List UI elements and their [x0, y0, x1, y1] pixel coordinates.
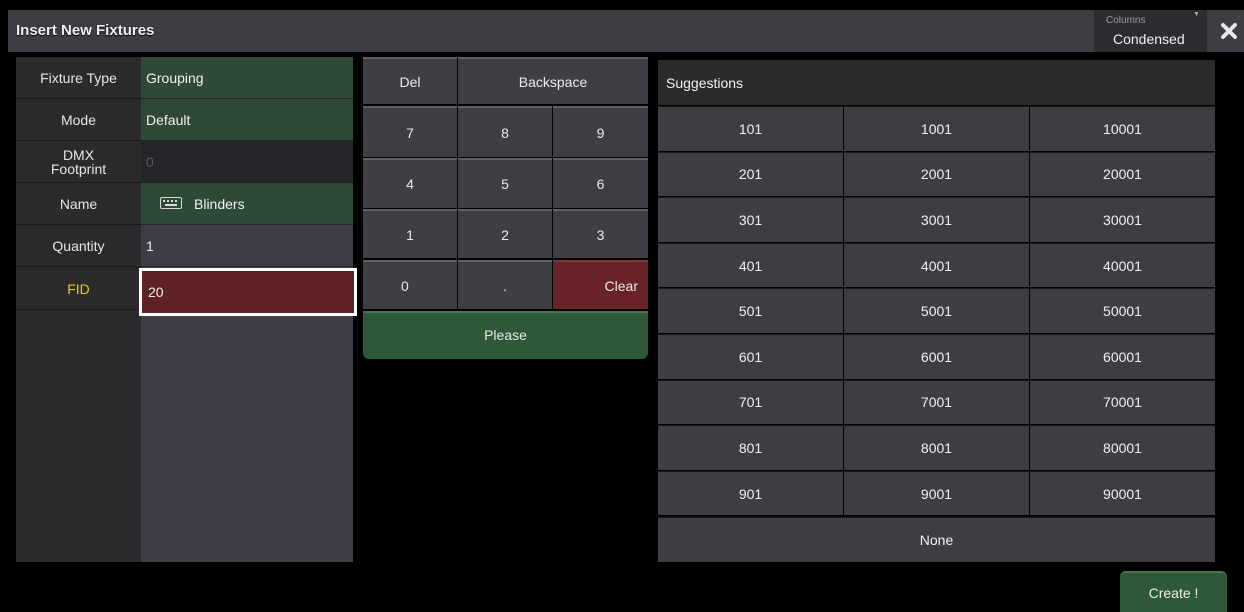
- please-button[interactable]: Please: [363, 311, 648, 359]
- suggestion-cell[interactable]: 60001: [1030, 334, 1215, 379]
- clear-key[interactable]: Clear: [553, 260, 648, 309]
- key-0[interactable]: 0: [363, 260, 457, 309]
- name-label: Name: [16, 183, 141, 225]
- suggestion-cell[interactable]: 4001: [844, 242, 1029, 288]
- name-value: Blinders: [194, 195, 245, 212]
- dropdown-arrow-icon: ▼: [1193, 11, 1200, 18]
- close-icon: [1221, 23, 1237, 39]
- key-3[interactable]: 3: [553, 209, 648, 258]
- key-7[interactable]: 7: [363, 106, 457, 157]
- dmx-footprint-label: DMX Footprint: [16, 141, 141, 183]
- backspace-key[interactable]: Backspace: [458, 57, 648, 104]
- quantity-label: Quantity: [16, 225, 141, 267]
- suggestion-cell[interactable]: 301: [658, 197, 843, 242]
- suggestion-cell[interactable]: 5001: [844, 288, 1029, 333]
- dmx-footprint-field: 0: [141, 141, 353, 183]
- key-5[interactable]: 5: [458, 158, 552, 208]
- suggestion-cell[interactable]: 7001: [844, 379, 1029, 425]
- mode-label: Mode: [16, 99, 141, 141]
- suggestion-cell[interactable]: 90001: [1030, 470, 1215, 516]
- suggestion-cell[interactable]: 6001: [844, 334, 1029, 379]
- suggestion-cell[interactable]: 201: [658, 151, 843, 197]
- key-dot[interactable]: .: [458, 260, 552, 309]
- dmx-footprint-label-line2: Footprint: [50, 160, 107, 177]
- create-button[interactable]: Create !: [1120, 571, 1227, 612]
- name-field[interactable]: Blinders: [141, 183, 353, 225]
- key-1[interactable]: 1: [363, 209, 457, 258]
- suggestion-cell[interactable]: 3001: [844, 197, 1029, 242]
- suggestion-cell[interactable]: 20001: [1030, 151, 1215, 197]
- key-8[interactable]: 8: [458, 106, 552, 157]
- columns-value: Condensed: [1113, 31, 1185, 47]
- key-6[interactable]: 6: [553, 158, 648, 208]
- fid-label: FID: [16, 268, 141, 310]
- suggestion-cell[interactable]: 801: [658, 425, 843, 470]
- suggestion-cell[interactable]: 30001: [1030, 197, 1215, 242]
- suggestion-cell[interactable]: 40001: [1030, 242, 1215, 288]
- suggestion-cell[interactable]: 10001: [1030, 106, 1215, 151]
- suggestions-header: Suggestions: [658, 60, 1215, 105]
- fixture-type-label: Fixture Type: [16, 57, 141, 99]
- columns-label: Columns: [1106, 15, 1146, 26]
- key-9[interactable]: 9: [553, 106, 648, 157]
- keyboard-icon[interactable]: [160, 196, 182, 212]
- suggestion-cell[interactable]: 501: [658, 288, 843, 333]
- suggestion-cell[interactable]: 80001: [1030, 425, 1215, 470]
- key-4[interactable]: 4: [363, 158, 457, 208]
- del-key[interactable]: Del: [363, 57, 457, 104]
- title-bar: [8, 10, 1244, 52]
- suggestion-cell[interactable]: 101: [658, 106, 843, 151]
- mode-field[interactable]: Default: [141, 99, 353, 141]
- close-button[interactable]: [1212, 10, 1244, 52]
- suggestion-cell[interactable]: 701: [658, 379, 843, 425]
- quantity-field[interactable]: 1: [141, 225, 353, 267]
- suggestion-cell[interactable]: 9001: [844, 470, 1029, 516]
- suggestion-cell[interactable]: 70001: [1030, 379, 1215, 425]
- suggestion-none[interactable]: None: [658, 517, 1215, 562]
- suggestion-cell[interactable]: 50001: [1030, 288, 1215, 333]
- suggestion-cell[interactable]: 1001: [844, 106, 1029, 151]
- suggestion-cell[interactable]: 401: [658, 242, 843, 288]
- suggestion-cell[interactable]: 901: [658, 470, 843, 516]
- fid-field[interactable]: 20: [139, 268, 357, 316]
- window-title: Insert New Fixtures: [16, 22, 155, 39]
- fixture-type-field[interactable]: Grouping: [141, 57, 353, 99]
- suggestion-cell[interactable]: 601: [658, 334, 843, 379]
- suggestion-cell[interactable]: 8001: [844, 425, 1029, 470]
- dmx-footprint-label-line1: DMX: [62, 146, 95, 163]
- key-2[interactable]: 2: [458, 209, 552, 258]
- suggestion-cell[interactable]: 2001: [844, 151, 1029, 197]
